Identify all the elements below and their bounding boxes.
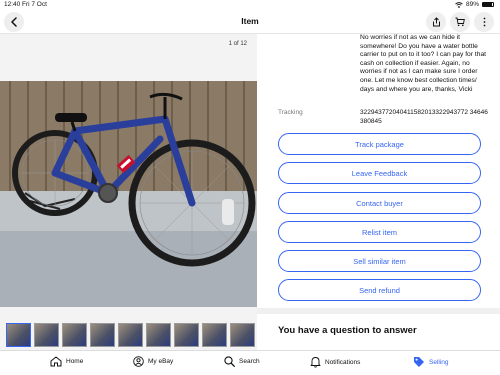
tab-notifications-label: Notifications [325,358,361,366]
thumbnail[interactable] [6,323,31,347]
section-divider [257,308,500,314]
page-title: Item [241,16,259,26]
track-package-button[interactable]: Track package [278,133,481,155]
battery-icon [482,2,494,7]
status-date: Fri 7 Oct [22,1,47,8]
battery-percent: 89% [465,1,479,8]
share-icon [432,17,440,27]
tab-bar: Home My eBay Search Notifications Sellin… [0,350,500,375]
contact-buyer-button[interactable]: Contact buyer [278,192,481,214]
buyer-message: No worries if not as we can hide it some… [360,34,487,93]
tab-selling-label: Selling [429,358,449,366]
header-actions [426,12,494,32]
cart-icon [455,17,465,27]
tab-search-label: Search [239,358,260,365]
more-icon [483,17,485,27]
tab-search[interactable]: Search [224,356,260,367]
thumbnail-strip [6,323,255,347]
status-time: 12:40 [4,1,21,8]
tab-home-label: Home [66,358,84,365]
thumbnail[interactable] [62,323,87,347]
cart-button[interactable] [450,12,470,32]
image-gallery: 1 of 12 [0,34,257,350]
tab-my-ebay-label: My eBay [148,358,174,365]
item-photo[interactable] [0,81,257,307]
thumbnail[interactable] [174,323,199,347]
image-counter: 1 of 12 [228,41,247,47]
status-right: 89% [455,1,494,8]
order-details: No worries if not as we can hide it some… [257,34,500,350]
thumbnail[interactable] [230,323,255,347]
thumbnail[interactable] [118,323,143,347]
bell-icon [310,357,321,368]
bike-photo-illustration [0,81,257,307]
home-icon [50,356,62,367]
leave-feedback-button[interactable]: Leave Feedback [278,162,481,184]
tab-notifications[interactable]: Notifications [310,356,360,368]
share-button[interactable] [426,12,446,32]
tab-selling[interactable]: Selling [413,356,449,368]
thumbnail[interactable] [146,323,171,347]
tab-home[interactable]: Home [50,356,83,367]
nav-header: Item [0,10,500,34]
relist-item-button[interactable]: Relist item [278,221,481,243]
tracking-number[interactable]: 322943772040411582013322943772 346463808… [360,109,490,126]
thumbnail[interactable] [202,323,227,347]
more-button[interactable] [474,12,494,32]
thumbnail[interactable] [90,323,115,347]
search-icon [224,356,235,367]
status-bar: 12:40 Fri 7 Oct 89% [0,0,500,10]
thumbnail[interactable] [34,323,59,347]
tag-icon [414,357,424,367]
send-refund-button[interactable]: Send refund [278,279,481,301]
tab-my-ebay[interactable]: My eBay [133,356,173,367]
wifi-icon [455,1,463,8]
profile-icon [133,356,144,367]
sell-similar-item-button[interactable]: Sell similar item [278,250,481,272]
question-heading: You have a question to answer [278,325,417,336]
tracking-label: Tracking [278,109,303,116]
